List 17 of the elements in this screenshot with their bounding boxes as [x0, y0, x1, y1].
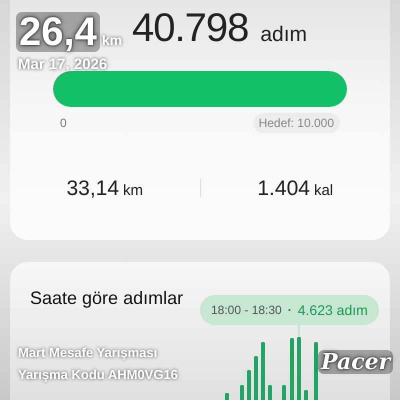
- challenge-name-overlay: Mart Mesafe Yarışması: [18, 344, 158, 362]
- tooltip-value: 4.623 adım: [298, 300, 368, 320]
- distance-unit-overlay: km: [102, 31, 122, 50]
- stat-value: 33,14: [66, 176, 120, 202]
- stat-unit: km: [123, 180, 144, 200]
- tooltip-time: 18:00 - 18:30: [211, 302, 282, 319]
- progress-min-label: 0: [60, 114, 67, 132]
- step-count: 40.798: [132, 8, 248, 48]
- chart-title: Saate göre adımlar: [30, 287, 184, 310]
- stat-unit: kal: [314, 180, 334, 200]
- stat-value: 1.404: [257, 176, 310, 202]
- goal-label: Hedef: 10.000: [252, 112, 340, 132]
- tooltip-separator: ·: [288, 302, 292, 319]
- distance-overlay: 26,4: [16, 12, 100, 52]
- challenge-code-overlay: Yarışma Kodu AHM0VG16: [18, 366, 178, 384]
- step-unit: adım: [260, 22, 308, 48]
- date-overlay: Mar 17, 2026: [18, 55, 108, 75]
